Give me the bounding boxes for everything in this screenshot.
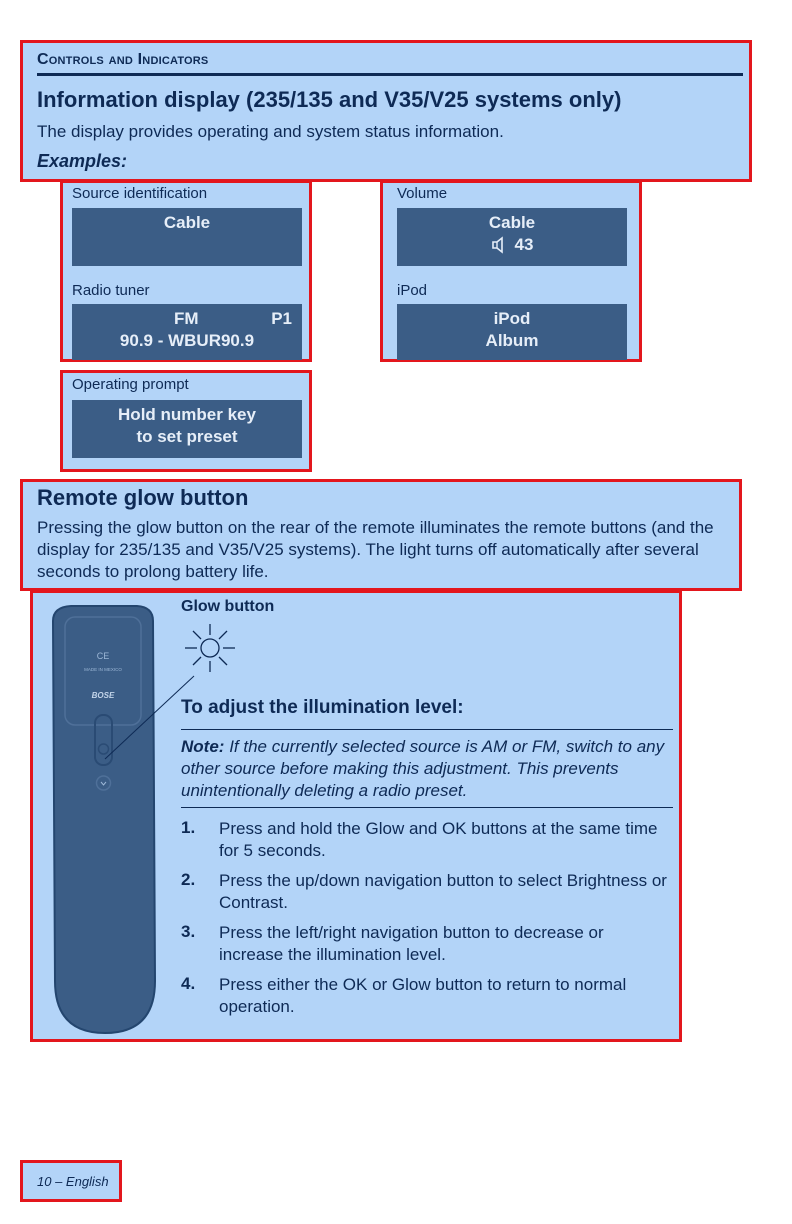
source-id-display: Cable bbox=[72, 208, 302, 266]
step-3-text: Press the left/right navigation button t… bbox=[219, 923, 604, 964]
step-4-text: Press either the OK or Glow button to re… bbox=[219, 975, 627, 1016]
remote-glow-section: Remote glow button Pressing the glow but… bbox=[20, 479, 742, 591]
radio-preset: P1 bbox=[271, 309, 292, 328]
speaker-icon bbox=[491, 236, 503, 254]
step-4-number: 4. bbox=[181, 974, 196, 993]
page-number: 10 – English bbox=[37, 1174, 109, 1189]
volume-label: Volume bbox=[397, 185, 448, 202]
source-id-line1: Cable bbox=[163, 213, 211, 232]
prompt-line2: to set preset bbox=[136, 427, 238, 446]
examples-right-group: Volume Cable 43 iPod iPod Album bbox=[380, 180, 642, 362]
radio-tuner-display: FM P1 90.9 - WBUR90.9 bbox=[72, 304, 302, 360]
note-rule-bottom bbox=[181, 807, 673, 808]
note-text: If the currently selected source is AM o… bbox=[181, 737, 665, 800]
volume-level: 43 bbox=[514, 235, 534, 254]
glow-button-label: Glow button bbox=[181, 598, 275, 615]
examples-left-group: Source identification Cable Radio tuner … bbox=[60, 180, 312, 362]
made-in-text: MADE IN MEXICO bbox=[84, 667, 122, 672]
ipod-line1: iPod bbox=[493, 309, 531, 328]
page-footer: 10 – English bbox=[20, 1160, 122, 1202]
volume-line1: Cable bbox=[488, 213, 536, 232]
examples-label: Examples: bbox=[37, 151, 128, 171]
step-2-number: 2. bbox=[181, 870, 196, 889]
step-1-text: Press and hold the Glow and OK buttons a… bbox=[219, 819, 658, 860]
sun-icon bbox=[185, 624, 235, 672]
bose-logo: BOSE bbox=[92, 691, 115, 700]
operating-prompt-display: Hold number key to set preset bbox=[72, 400, 302, 458]
adjust-heading: To adjust the illumination level: bbox=[181, 697, 464, 718]
source-id-label: Source identification bbox=[72, 185, 208, 202]
step-3-number: 3. bbox=[181, 922, 196, 941]
remote-glow-heading: Remote glow button bbox=[37, 485, 249, 510]
section-rule bbox=[37, 73, 743, 76]
note-block: Note: If the currently selected source i… bbox=[181, 736, 671, 802]
section-title: Controls and Indicators bbox=[37, 51, 209, 68]
remote-glow-body: Pressing the glow button on the rear of … bbox=[37, 518, 714, 581]
operating-prompt-label: Operating prompt bbox=[72, 376, 189, 393]
note-rule-top bbox=[181, 729, 673, 730]
note-label: Note: bbox=[181, 737, 225, 756]
volume-display: Cable 43 bbox=[397, 208, 627, 266]
info-display-section: Controls and Indicators Information disp… bbox=[20, 40, 752, 182]
step-1-number: 1. bbox=[181, 818, 196, 837]
ipod-display: iPod Album bbox=[397, 304, 627, 360]
prompt-line1: Hold number key bbox=[118, 405, 256, 424]
radio-band: FM bbox=[174, 309, 199, 328]
info-display-heading: Information display (235/135 and V35/V25… bbox=[37, 87, 622, 112]
ipod-label: iPod bbox=[397, 282, 428, 299]
glow-figure: CE MADE IN MEXICO BOSE Glow button To ad… bbox=[30, 590, 682, 1042]
ipod-line2: Album bbox=[485, 331, 539, 350]
radio-tuner-label: Radio tuner bbox=[72, 282, 150, 299]
radio-station: 90.9 - WBUR90.9 bbox=[119, 331, 255, 350]
step-2-text: Press the up/down navigation button to s… bbox=[219, 871, 667, 912]
ce-mark: CE bbox=[97, 651, 110, 661]
operating-prompt-group: Operating prompt Hold number key to set … bbox=[60, 370, 312, 472]
info-display-intro: The display provides operating and syste… bbox=[37, 122, 504, 141]
